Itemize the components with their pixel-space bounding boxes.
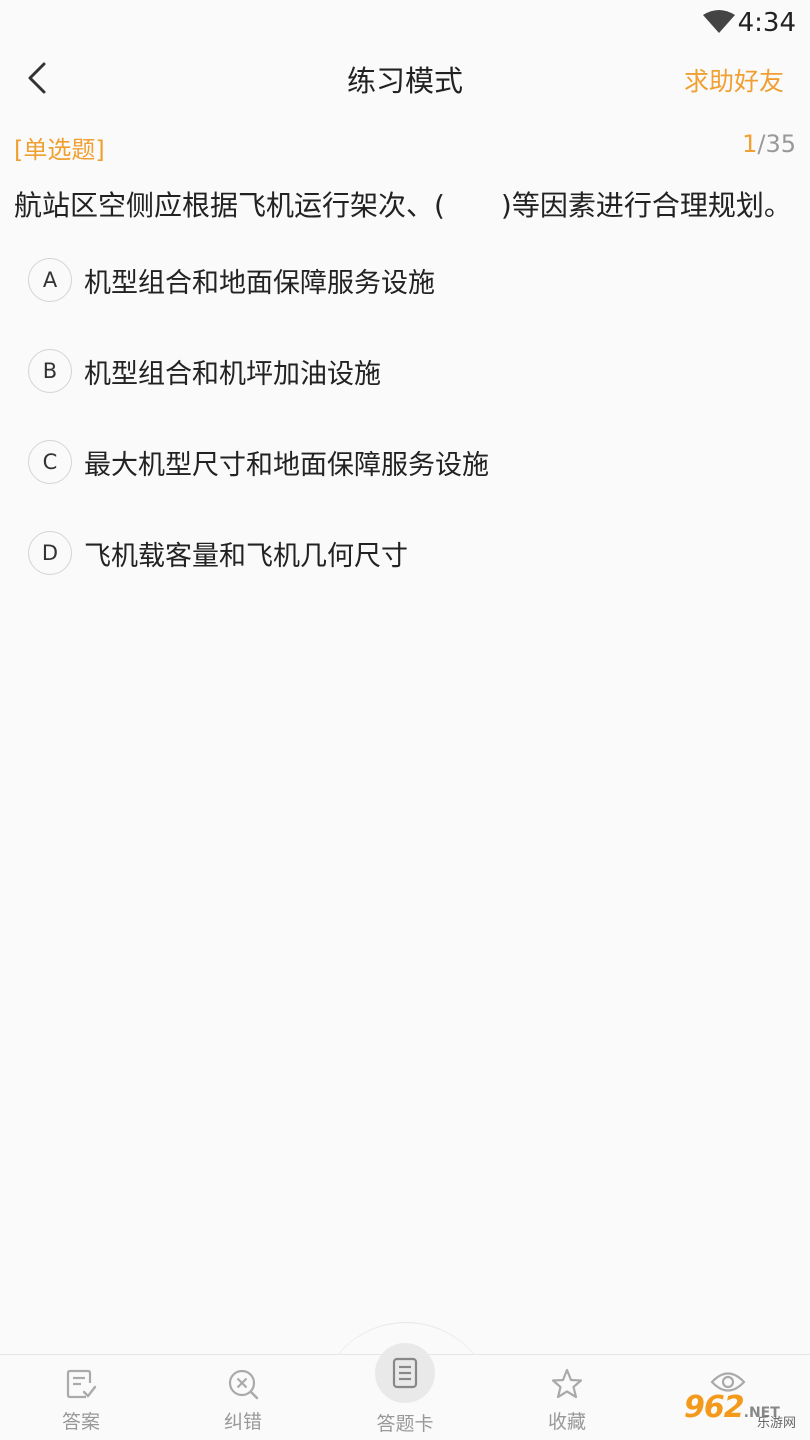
option-letter: A (28, 258, 72, 302)
ask-friend-button[interactable]: 求助好友 (684, 62, 784, 98)
tab-error-report[interactable]: 纠错 (183, 1367, 303, 1434)
option-d[interactable]: D 飞机载客量和飞机几何尺寸 (28, 529, 796, 577)
tab-label: 答题卡 (376, 1413, 434, 1435)
option-text: 机型组合和地面保障服务设施 (84, 267, 435, 299)
watermark-logo: 962.NET 乐游网 (684, 1390, 804, 1434)
practice-page: 4:34 练习模式 求助好友 [单选题] 1/35 航站区空侧应根据飞机运行架次… (0, 0, 810, 1440)
option-b[interactable]: B 机型组合和机坪加油设施 (28, 347, 796, 395)
option-a[interactable]: A 机型组合和地面保障服务设施 (28, 256, 796, 304)
star-icon (551, 1368, 583, 1399)
tab-answer[interactable]: 答案 (21, 1367, 141, 1434)
watermark-sub: 乐游网 (756, 1416, 796, 1431)
total-questions: /35 (757, 130, 796, 158)
status-time: 4:34 (737, 8, 796, 38)
option-text: 飞机载客量和飞机几何尺寸 (84, 540, 408, 572)
wifi-icon (703, 10, 735, 33)
answer-card-circle (375, 1343, 435, 1403)
tab-favorite[interactable]: 收藏 (507, 1367, 627, 1434)
question-type-label: [单选题] (14, 136, 105, 164)
option-text: 最大机型尺寸和地面保障服务设施 (84, 449, 489, 481)
option-letter: B (28, 349, 72, 393)
tab-answer-card[interactable]: 答题卡 (345, 1343, 465, 1436)
option-letter: D (28, 531, 72, 575)
status-bar: 4:34 (0, 0, 810, 44)
option-letter: C (28, 440, 72, 484)
answer-icon (66, 1369, 97, 1399)
error-icon (228, 1369, 259, 1400)
option-text: 机型组合和机坪加油设施 (84, 358, 381, 390)
watermark-brand: 962 (684, 1390, 745, 1425)
option-c[interactable]: C 最大机型尺寸和地面保障服务设施 (28, 438, 796, 486)
current-question-number: 1 (742, 130, 758, 158)
question-text: 航站区空侧应根据飞机运行架次、( )等因素进行合理规划。 (14, 189, 792, 222)
question-counter: 1/35 (742, 130, 796, 158)
tab-label: 收藏 (547, 1411, 586, 1433)
tab-label: 纠错 (223, 1411, 262, 1433)
header: 练习模式 求助好友 (0, 44, 810, 114)
options-list: A 机型组合和地面保障服务设施 B 机型组合和机坪加油设施 C 最大机型尺寸和地… (28, 256, 796, 620)
tab-label: 答案 (61, 1411, 100, 1433)
answer-card-icon (392, 1357, 418, 1389)
